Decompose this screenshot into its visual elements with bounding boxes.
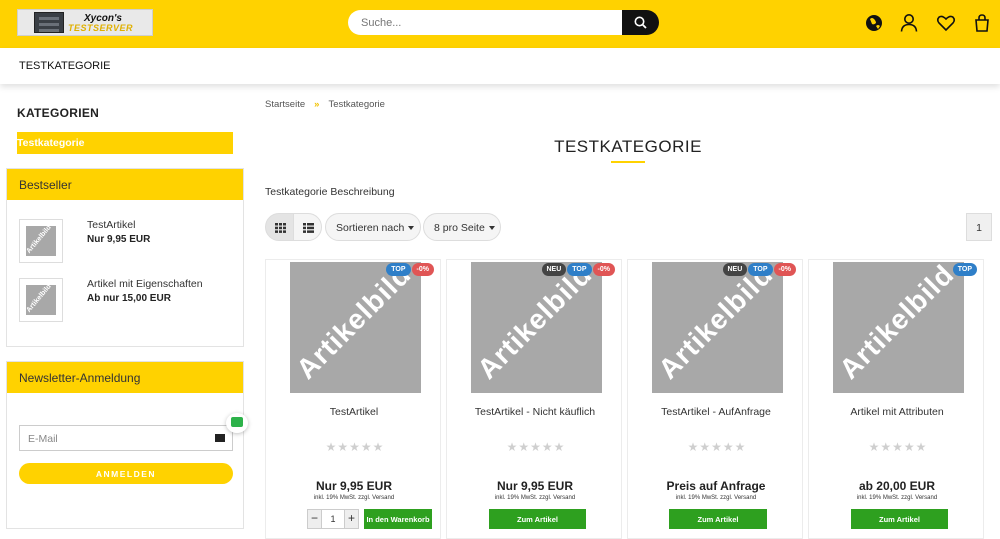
bestseller-item[interactable]: Artikelbild Artikel mit Eigenschaften Ab… [19, 278, 239, 322]
breadcrumb-current: Testkategorie [328, 99, 385, 110]
caret-down-icon [408, 226, 415, 231]
logo-text-bottom: TESTSERVER [68, 23, 134, 33]
nav-item-testkategorie[interactable]: TESTKATEGORIE [19, 60, 110, 72]
new-badge: NEU [722, 263, 748, 276]
main-nav: TESTKATEGORIE [0, 48, 1000, 84]
bestseller-name[interactable]: TestArtikel [87, 219, 135, 231]
sort-label: Sortieren nach [336, 222, 405, 234]
search-input[interactable] [348, 10, 623, 35]
caret-down-icon [488, 226, 495, 231]
category-item-testkategorie[interactable]: Testkategorie [17, 132, 233, 154]
search-form [348, 10, 659, 35]
top-badge: TOP [386, 263, 411, 276]
product-price: ab 20,00 EUR [858, 479, 936, 493]
discount-badge: -0% [592, 263, 615, 276]
envelope-icon [215, 434, 225, 442]
add-to-cart-button[interactable]: In den Warenkorb [364, 509, 432, 529]
product-card[interactable]: Artikelbild NEU TOP -0% TestArtikel - Nich… [446, 259, 622, 539]
sort-dropdown[interactable]: Sortieren nach [325, 213, 421, 241]
new-badge: NEU [541, 263, 567, 276]
email-field[interactable]: E-Mail [19, 425, 233, 451]
pagination-page-1[interactable]: 1 [966, 213, 992, 241]
rating-stars-icon: ★★★★★ [506, 440, 566, 454]
product-thumbnail[interactable]: Artikelbild [19, 278, 63, 322]
quantity-value[interactable]: 1 [322, 514, 344, 524]
product-price: Nur 9,95 EUR [496, 479, 574, 493]
newsletter-box: Newsletter-Anmeldung E-Mail ANMELDEN [6, 361, 244, 529]
minus-icon[interactable]: − [308, 510, 322, 528]
rating-stars-icon: ★★★★★ [687, 440, 747, 454]
plus-icon[interactable]: + [344, 510, 358, 528]
chat-icon[interactable] [226, 413, 248, 433]
view-product-button[interactable]: Zum Artikel [851, 509, 948, 529]
title-underline [611, 161, 645, 163]
search-button[interactable] [622, 10, 659, 35]
product-name[interactable]: TestArtikel [276, 405, 432, 420]
grid-view-button[interactable] [265, 213, 294, 241]
tax-note[interactable]: inkl. 19% MwSt. zzgl. Versand [447, 495, 623, 501]
rating-stars-icon: ★★★★★ [325, 440, 385, 454]
product-name[interactable]: Artikel mit Attributen [819, 405, 975, 420]
tax-note[interactable]: inkl. 19% MwSt. zzgl. Versand [628, 495, 804, 501]
globe-icon[interactable] [863, 12, 885, 34]
view-product-button[interactable]: Zum Artikel [669, 509, 767, 529]
user-icon[interactable] [898, 12, 920, 34]
view-product-button[interactable]: Zum Artikel [489, 509, 586, 529]
tax-note[interactable]: inkl. 19% MwSt. zzgl. Versand [266, 495, 442, 501]
top-badge: TOP [952, 263, 977, 276]
badge-group: TOP [952, 263, 977, 281]
list-view-button[interactable] [293, 213, 322, 241]
product-name[interactable]: TestArtikel - Nicht käuflich [457, 405, 613, 420]
product-price: Nur 9,95 EUR [315, 479, 393, 493]
header-bar: Xycon's TESTSERVER [0, 0, 1000, 48]
product-thumbnail[interactable]: Artikelbild [19, 219, 63, 263]
tax-note[interactable]: inkl. 19% MwSt. zzgl. Versand [809, 495, 985, 501]
product-name[interactable]: TestArtikel - AufAnfrage [638, 405, 794, 420]
product-card[interactable]: Artikelbild TOP Artikel mit Attributen ★… [808, 259, 984, 539]
product-image[interactable]: Artikelbild [652, 262, 783, 393]
category-description: Testkategorie Beschreibung [265, 186, 395, 198]
search-icon [634, 16, 647, 29]
product-image[interactable]: Artikelbild [290, 262, 421, 393]
bestseller-price: Ab nur 15,00 EUR [87, 293, 171, 304]
badge-group: TOP -0% [385, 263, 434, 281]
list-icon [303, 223, 314, 233]
email-placeholder: E-Mail [28, 433, 58, 445]
bestseller-name[interactable]: Artikel mit Eigenschaften [87, 278, 203, 290]
newsletter-submit-button[interactable]: ANMELDEN [19, 463, 233, 484]
breadcrumb: Startseite » Testkategorie [265, 99, 385, 110]
per-page-label: 8 pro Seite [434, 222, 485, 234]
server-icon [34, 12, 64, 33]
product-price: Preis auf Anfrage [666, 479, 766, 493]
top-badge: TOP [748, 263, 773, 276]
site-logo[interactable]: Xycon's TESTSERVER [17, 9, 153, 36]
badge-group: NEU TOP -0% [722, 263, 796, 281]
per-page-dropdown[interactable]: 8 pro Seite [423, 213, 501, 241]
bestseller-item[interactable]: Artikelbild TestArtikel Nur 9,95 EUR [19, 219, 239, 263]
bag-icon[interactable] [971, 12, 993, 34]
product-card[interactable]: Artikelbild NEU TOP -0% TestArtikel - AufA… [627, 259, 803, 539]
newsletter-heading: Newsletter-Anmeldung [7, 362, 243, 393]
bestseller-heading: Bestseller [7, 169, 243, 200]
bestseller-box: Bestseller Artikelbild TestArtikel Nur 9… [6, 168, 244, 347]
top-badge: TOP [567, 263, 592, 276]
bestseller-price: Nur 9,95 EUR [87, 234, 151, 245]
quantity-stepper[interactable]: − 1 + [307, 509, 359, 529]
discount-badge: -0% [773, 263, 796, 276]
discount-badge: -0% [411, 263, 434, 276]
breadcrumb-separator-icon: » [314, 99, 320, 110]
grid-icon [275, 223, 286, 233]
heart-icon[interactable] [935, 12, 957, 34]
product-image[interactable]: Artikelbild [833, 262, 964, 393]
breadcrumb-home[interactable]: Startseite [265, 99, 305, 110]
product-card[interactable]: Artikelbild TOP -0% TestArtikel ★★★★★ Nur… [265, 259, 441, 539]
product-image[interactable]: Artikelbild [471, 262, 602, 393]
categories-heading: KATEGORIEN [17, 106, 100, 120]
rating-stars-icon: ★★★★★ [868, 440, 928, 454]
page-title: TESTKATEGORIE [554, 137, 702, 156]
badge-group: NEU TOP -0% [541, 263, 615, 281]
